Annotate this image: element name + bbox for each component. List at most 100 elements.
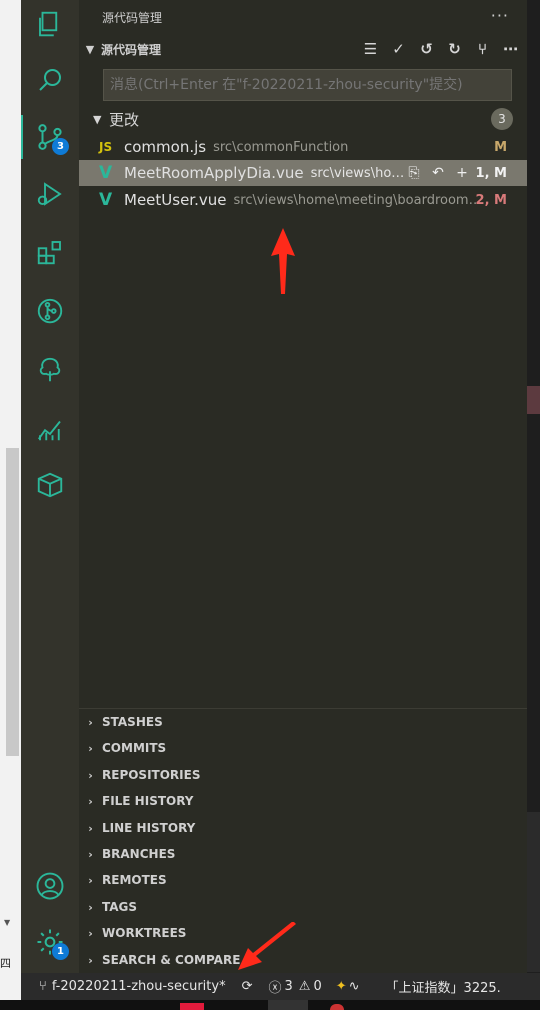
section-worktrees[interactable]: › WORKTREES bbox=[79, 920, 527, 946]
history-icon[interactable]: ↺ bbox=[416, 39, 437, 60]
section-label: COMMITS bbox=[102, 741, 167, 755]
settings-badge: 1 bbox=[52, 943, 69, 960]
section-commits[interactable]: › COMMITS bbox=[79, 735, 527, 761]
timeline-chart-icon[interactable] bbox=[21, 405, 79, 453]
section-label: BRANCHES bbox=[102, 847, 176, 861]
taskbar-app-icon[interactable] bbox=[330, 1004, 344, 1010]
branch-name: f-20220211-zhou-security* bbox=[51, 979, 226, 994]
open-file-icon[interactable]: ⎘ bbox=[405, 165, 423, 181]
js-file-icon: JS bbox=[99, 140, 113, 154]
run-debug-icon[interactable] bbox=[21, 170, 79, 218]
explorer-icon[interactable] bbox=[21, 0, 79, 48]
file-path: src\views\home\meeting\boardroom\... bbox=[233, 192, 484, 208]
chevron-right-icon: › bbox=[88, 847, 93, 861]
source-control-sidebar: 源代码管理 ··· ▼ 源代码管理 ☰ ✓ ↺ ↻ ⑂ ⋯ ▼ 更改 3 JS … bbox=[79, 0, 527, 973]
section-label: LINE HISTORY bbox=[102, 821, 196, 835]
section-line-history[interactable]: › LINE HISTORY bbox=[79, 815, 527, 841]
section-search-compare[interactable]: › SEARCH & COMPARE bbox=[79, 947, 527, 973]
problems-indicator[interactable]: ⓧ 3 ⚠ 0 bbox=[263, 973, 328, 1000]
vue-file-icon: V bbox=[99, 190, 113, 210]
discard-changes-icon[interactable]: ↶ bbox=[429, 165, 447, 181]
scm-toolbar: ☰ ✓ ↺ ↻ ⑂ ⋯ bbox=[360, 36, 521, 62]
section-stashes[interactable]: › STASHES bbox=[79, 709, 527, 735]
chevron-right-icon: › bbox=[88, 821, 93, 835]
file-status: 2, M bbox=[475, 192, 507, 208]
error-icon: ⓧ bbox=[268, 981, 282, 996]
file-status: 1, M bbox=[475, 165, 507, 181]
chevron-right-icon: › bbox=[88, 741, 93, 755]
scm-section-title: 源代码管理 bbox=[101, 42, 162, 57]
git-branch-icon: ⑂ bbox=[39, 979, 47, 994]
section-label: TAGS bbox=[102, 900, 138, 914]
taskbar-app-icon[interactable] bbox=[268, 1000, 308, 1010]
chevron-down-icon: ▼ bbox=[85, 42, 95, 56]
ellipsis-icon[interactable]: ⋯ bbox=[500, 39, 521, 60]
source-control-icon[interactable]: 3 bbox=[21, 113, 79, 161]
os-taskbar bbox=[0, 1000, 540, 1010]
extensions-icon[interactable] bbox=[21, 228, 79, 276]
chevron-right-icon: › bbox=[88, 953, 93, 967]
commit-check-icon[interactable]: ✓ bbox=[388, 39, 409, 60]
file-name: MeetRoomApplyDia.vue bbox=[124, 164, 304, 182]
package-icon[interactable] bbox=[21, 461, 79, 509]
commit-message-input[interactable] bbox=[103, 69, 512, 101]
graph-icon[interactable]: ⑂ bbox=[472, 39, 493, 60]
taskbar-app-icon[interactable] bbox=[180, 1003, 204, 1010]
changes-label: 更改 bbox=[109, 110, 140, 129]
changed-file-row[interactable]: JS common.js src\commonFunction M bbox=[79, 134, 527, 160]
background-window-strip: ▼ 四 bbox=[0, 0, 21, 1010]
sync-icon: ⟳ bbox=[241, 979, 253, 994]
status-bar: ⑂ f-20220211-zhou-security* ⟳ ⓧ 3 ⚠ 0 ✦ … bbox=[21, 973, 540, 1000]
section-label: WORKTREES bbox=[102, 926, 187, 940]
section-file-history[interactable]: › FILE HISTORY bbox=[79, 788, 527, 814]
sidebar-title: 源代码管理 ··· bbox=[79, 0, 527, 34]
section-tags[interactable]: › TAGS bbox=[79, 894, 527, 920]
file-path: src\views\home... bbox=[310, 165, 416, 181]
changed-file-row-selected[interactable]: V MeetRoomApplyDia.vue src\views\home...… bbox=[79, 160, 527, 186]
scroll-down-arrow: ▼ bbox=[4, 918, 11, 927]
section-label: FILE HISTORY bbox=[102, 794, 194, 808]
warning-icon: ⚠ bbox=[298, 979, 311, 994]
editor-edge-panel bbox=[527, 812, 540, 972]
more-actions-icon[interactable]: ··· bbox=[491, 6, 509, 25]
section-branches[interactable]: › BRANCHES bbox=[79, 841, 527, 867]
sync-button[interactable]: ⟳ bbox=[232, 973, 263, 1000]
background-text: 四 bbox=[0, 957, 11, 970]
background-scrollbar bbox=[6, 448, 19, 756]
stage-changes-icon[interactable]: + bbox=[453, 165, 471, 181]
activity-bar: 3 1 bbox=[21, 0, 79, 973]
chevron-right-icon: › bbox=[88, 873, 93, 887]
stock-ticker[interactable]: 「上证指数」3225. bbox=[368, 973, 507, 1000]
list-flat-icon[interactable]: ☰ bbox=[360, 39, 381, 60]
changes-count-badge: 3 bbox=[491, 108, 513, 130]
chevron-down-icon: ▼ bbox=[93, 112, 102, 126]
chevron-right-icon: › bbox=[88, 926, 93, 940]
chevron-right-icon: › bbox=[88, 715, 93, 729]
changed-file-row[interactable]: V MeetUser.vue src\views\home\meeting\bo… bbox=[79, 187, 527, 213]
section-remotes[interactable]: › REMOTES bbox=[79, 867, 527, 893]
live-share-indicator[interactable]: ✦ ∿ bbox=[328, 973, 368, 1000]
chevron-right-icon: › bbox=[88, 794, 93, 808]
file-status: M bbox=[494, 139, 507, 155]
account-icon[interactable] bbox=[21, 862, 79, 910]
file-path: src\commonFunction bbox=[213, 139, 349, 155]
sidebar-title-text: 源代码管理 bbox=[102, 10, 163, 25]
changes-header[interactable]: ▼ 更改 3 bbox=[79, 106, 527, 132]
chevron-right-icon: › bbox=[88, 900, 93, 914]
scroll-marker bbox=[527, 386, 540, 414]
refresh-icon[interactable]: ↻ bbox=[444, 39, 465, 60]
gitlens-icon[interactable] bbox=[21, 287, 79, 335]
tree-icon[interactable] bbox=[21, 346, 79, 394]
section-repositories[interactable]: › REPOSITORIES bbox=[79, 762, 527, 788]
error-count: 3 bbox=[284, 979, 293, 994]
settings-gear-icon[interactable]: 1 bbox=[21, 918, 79, 966]
editor-area-edge bbox=[527, 0, 540, 973]
section-label: SEARCH & COMPARE bbox=[102, 953, 241, 967]
scm-section-header[interactable]: ▼ 源代码管理 ☰ ✓ ↺ ↻ ⑂ ⋯ bbox=[79, 36, 527, 62]
branch-indicator[interactable]: ⑂ f-20220211-zhou-security* bbox=[21, 973, 232, 1000]
stock-text: 「上证指数」3225. bbox=[385, 981, 501, 996]
search-icon[interactable] bbox=[21, 56, 79, 104]
file-name: common.js bbox=[124, 138, 207, 156]
warning-count: 0 bbox=[313, 979, 322, 994]
section-label: REPOSITORIES bbox=[102, 768, 201, 782]
